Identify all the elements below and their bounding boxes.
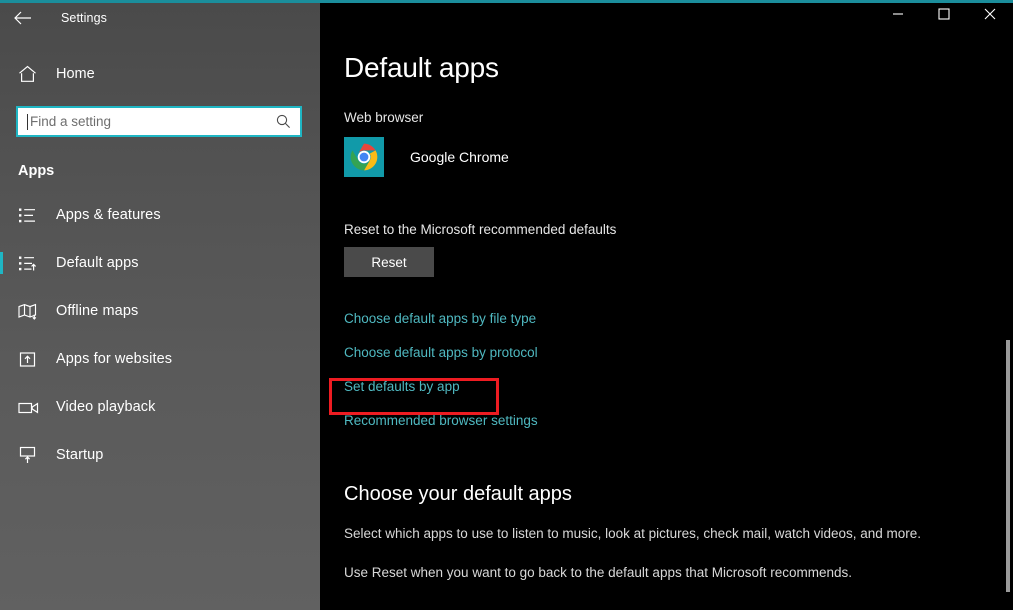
search-input[interactable]: Find a setting xyxy=(16,106,302,137)
sidebar-item-startup[interactable]: Startup xyxy=(0,431,320,479)
sidebar-item-home[interactable]: Home xyxy=(0,55,320,93)
sidebar-item-label: Apps & features xyxy=(56,207,161,223)
settings-window: Settings Home Find a setting Apps Apps &… xyxy=(0,0,1013,610)
minimize-icon xyxy=(892,7,904,25)
sidebar-item-label: Startup xyxy=(56,447,104,463)
sidebar-titlebar: Settings xyxy=(0,0,320,33)
video-camera-icon xyxy=(18,400,42,415)
default-browser-name: Google Chrome xyxy=(410,149,509,165)
search-placeholder: Find a setting xyxy=(30,114,112,129)
link-set-defaults-by-app[interactable]: Set defaults by app xyxy=(344,369,460,403)
window-accent-line xyxy=(0,0,1013,3)
reset-button[interactable]: Reset xyxy=(344,247,434,277)
back-button[interactable] xyxy=(0,2,44,33)
link-choose-default-apps-by-file-type[interactable]: Choose default apps by file type xyxy=(344,301,536,335)
close-button[interactable] xyxy=(967,0,1013,32)
minimize-button[interactable] xyxy=(875,0,921,32)
content-scrollbar[interactable] xyxy=(1000,32,1013,610)
paragraph-use-reset: Use Reset when you want to go back to th… xyxy=(344,564,853,580)
search-caret xyxy=(27,113,28,130)
list-arrow-icon xyxy=(18,255,42,272)
list-icon xyxy=(18,207,42,224)
main-content: Default apps Web browser Google Chrome R… xyxy=(320,0,1013,610)
sidebar-item-video-playback[interactable]: Video playback xyxy=(0,383,320,431)
sidebar-item-label: Default apps xyxy=(56,255,139,271)
sidebar-item-label: Video playback xyxy=(56,399,156,415)
app-title: Settings xyxy=(61,10,107,25)
link-choose-default-apps-by-protocol[interactable]: Choose default apps by protocol xyxy=(344,335,538,369)
reset-label: Reset to the Microsoft recommended defau… xyxy=(344,222,617,237)
link-recommended-browser-settings[interactable]: Recommended browser settings xyxy=(344,403,538,437)
sidebar-item-apps-for-websites[interactable]: Apps for websites xyxy=(0,335,320,383)
back-arrow-icon xyxy=(13,11,31,25)
links-list: Choose default apps by file type Choose … xyxy=(320,301,1013,437)
default-browser-row[interactable]: Google Chrome xyxy=(344,137,1013,177)
sidebar-item-apps-features[interactable]: Apps & features xyxy=(0,191,320,239)
maximize-icon xyxy=(938,7,950,25)
sidebar-item-label: Offline maps xyxy=(56,303,139,319)
scrollbar-thumb[interactable] xyxy=(1006,340,1010,592)
sidebar-item-default-apps[interactable]: Default apps xyxy=(0,239,320,287)
search-icon[interactable] xyxy=(276,114,291,129)
page-title: Default apps xyxy=(344,52,499,83)
map-download-icon xyxy=(18,303,42,320)
monitor-arrow-icon xyxy=(18,446,42,464)
chrome-icon xyxy=(344,137,384,177)
sub-heading: Choose your default apps xyxy=(344,483,572,505)
sidebar-item-label-home: Home xyxy=(56,66,95,82)
maximize-button[interactable] xyxy=(921,0,967,32)
box-arrow-up-icon xyxy=(18,351,42,368)
sidebar-item-offline-maps[interactable]: Offline maps xyxy=(0,287,320,335)
sidebar-item-label: Apps for websites xyxy=(56,351,173,367)
sidebar-group-header: Apps xyxy=(18,163,55,179)
window-controls xyxy=(875,0,1013,32)
settings-sidebar: Settings Home Find a setting Apps Apps &… xyxy=(0,0,320,610)
paragraph-select-apps: Select which apps to use to listen to mu… xyxy=(344,526,922,541)
sidebar-nav-list: Apps & features Default apps Offline map… xyxy=(0,191,320,479)
home-icon xyxy=(18,65,40,83)
close-icon xyxy=(984,7,996,25)
web-browser-label: Web browser xyxy=(344,110,424,125)
